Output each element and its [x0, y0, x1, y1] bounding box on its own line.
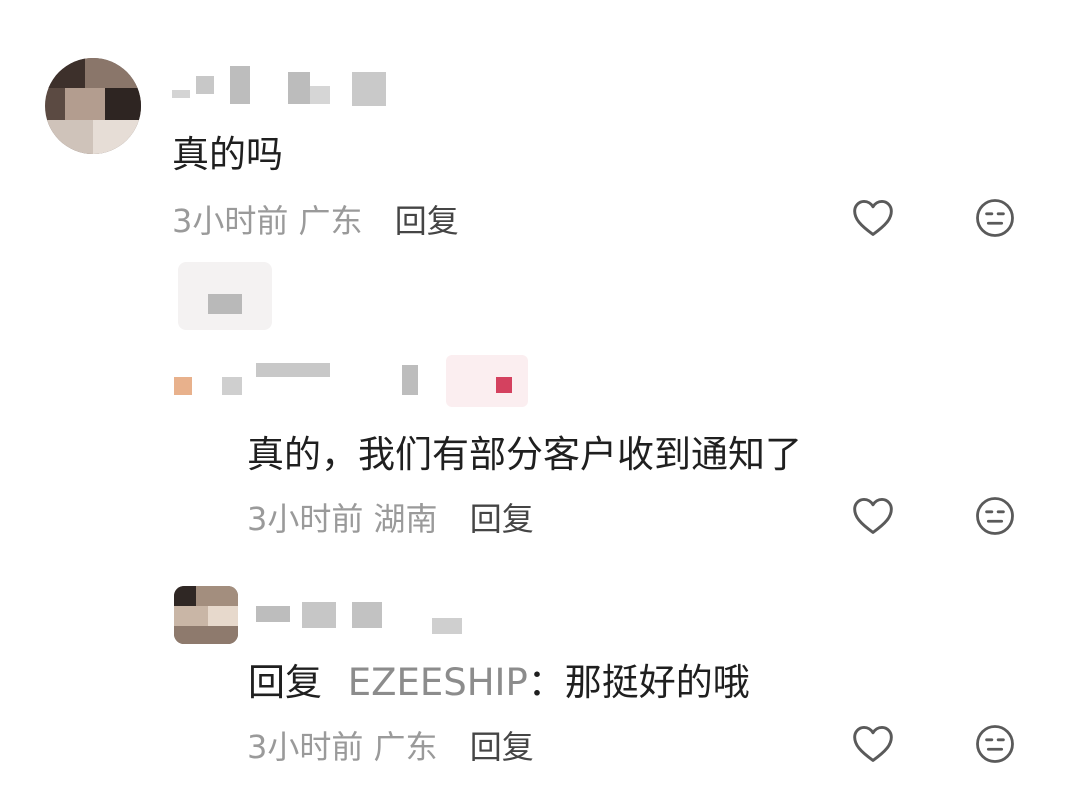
comment-text-row: 回复 EZEESHIP：那挺好的哦 — [248, 652, 750, 706]
neutral-face-icon — [974, 495, 1016, 537]
redacted-block — [178, 262, 272, 330]
comment-location: 广东 — [373, 728, 438, 766]
comment-text: 真的，我们有部分客户收到通知了 — [247, 433, 802, 476]
reply-button[interactable]: 回复 — [395, 202, 459, 240]
neutral-face-icon — [974, 197, 1016, 239]
dislike-button[interactable] — [974, 197, 1016, 239]
mention-separator: ： — [527, 661, 565, 704]
heart-outline-icon — [851, 494, 895, 536]
reply-prefix: 回复 — [248, 661, 322, 704]
heart-outline-icon — [851, 722, 895, 764]
like-button[interactable] — [851, 494, 895, 536]
dislike-button[interactable] — [974, 723, 1016, 765]
heart-outline-icon — [851, 196, 895, 238]
comment-location: 广东 — [298, 202, 363, 240]
reply-button[interactable]: 回复 — [470, 500, 534, 538]
reply-button[interactable]: 回复 — [470, 728, 534, 766]
like-button[interactable] — [851, 722, 895, 764]
comment-meta: 3小时前 广东 回复 — [172, 196, 459, 242]
comment-time: 3小时前 — [247, 500, 364, 538]
username-redacted[interactable] — [256, 598, 466, 638]
comment-text: 那挺好的哦 — [564, 661, 750, 704]
comment-meta: 3小时前 广东 回复 — [247, 722, 534, 768]
comment-time: 3小时前 — [172, 202, 289, 240]
dislike-button[interactable] — [974, 495, 1016, 537]
avatar[interactable] — [45, 58, 141, 154]
comment-meta: 3小时前 湖南 回复 — [247, 494, 534, 540]
comment-time: 3小时前 — [247, 728, 364, 766]
avatar[interactable] — [174, 586, 238, 644]
comment-text: 真的吗 — [172, 133, 283, 176]
like-button[interactable] — [851, 196, 895, 238]
mention-link[interactable]: EZEESHIP — [348, 661, 528, 704]
neutral-face-icon — [974, 723, 1016, 765]
comment-location: 湖南 — [373, 500, 438, 538]
username-redacted[interactable] — [174, 355, 534, 407]
username-redacted[interactable] — [172, 62, 392, 108]
